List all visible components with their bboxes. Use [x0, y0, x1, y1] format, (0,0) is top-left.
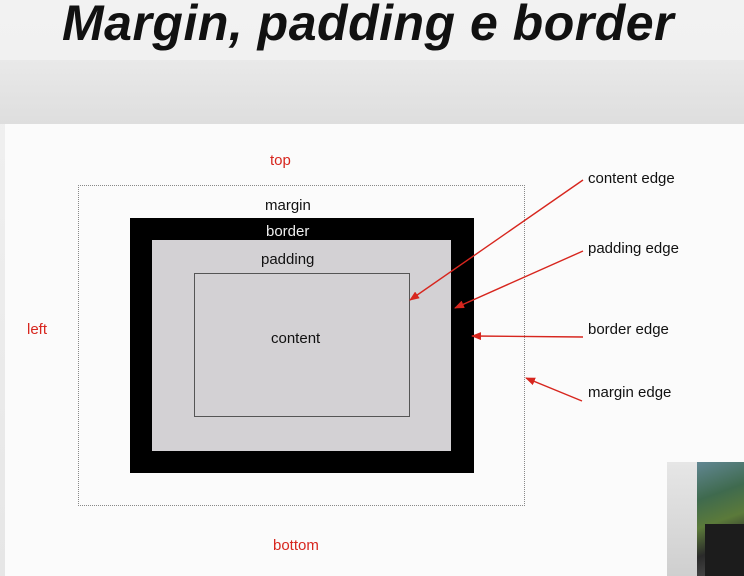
slide-title: Margin, padding e border [62, 0, 675, 51]
webcam-overlay [667, 462, 744, 576]
webcam-frame [667, 462, 697, 576]
slide: Margin, padding e border top left bottom… [0, 0, 744, 576]
margin-edge-arrow [525, 377, 583, 402]
webcam-monitor [705, 524, 744, 576]
box-model-diagram: top left bottom margin border padding co… [5, 124, 744, 576]
padding-edge-arrow [454, 250, 584, 309]
edge-arrows [409, 179, 584, 402]
border-edge-arrow [471, 332, 584, 341]
title-band [0, 60, 744, 124]
content-edge-arrow [409, 179, 584, 301]
